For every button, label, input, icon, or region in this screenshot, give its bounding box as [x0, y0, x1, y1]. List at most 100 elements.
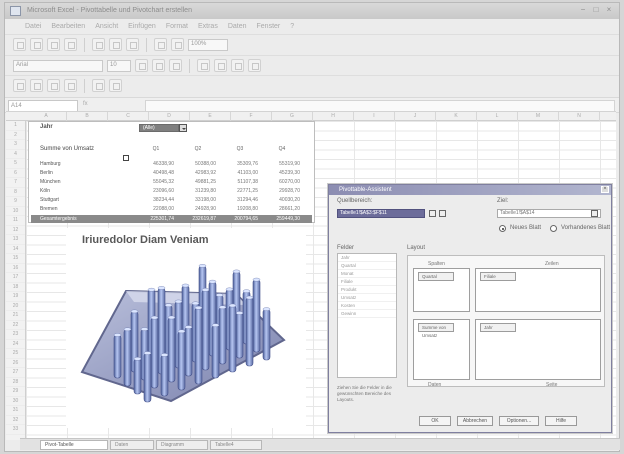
- pivot-cell[interactable]: 22088,00: [140, 206, 174, 212]
- column-header[interactable]: F: [231, 112, 272, 121]
- chart-bar[interactable]: [143, 351, 152, 403]
- menu-view[interactable]: Ansicht: [95, 21, 118, 33]
- field-pill-column[interactable]: Quartal: [418, 272, 454, 281]
- row-header[interactable]: 7: [6, 178, 25, 188]
- sheet-tab[interactable]: Daten: [110, 440, 154, 450]
- field-item[interactable]: Produkt: [338, 286, 396, 294]
- row-header[interactable]: 14: [6, 245, 25, 254]
- copy-icon[interactable]: [109, 38, 122, 51]
- field-item[interactable]: Umsatz: [338, 294, 396, 302]
- column-header[interactable]: K: [436, 112, 477, 121]
- pivot-cell[interactable]: 29928,70: [266, 188, 300, 194]
- save-icon[interactable]: [47, 38, 60, 51]
- target-input[interactable]: Tabelle1!$A$14: [497, 209, 601, 218]
- pivot-cell[interactable]: 50388,00: [182, 161, 216, 167]
- row-header[interactable]: 32: [6, 416, 25, 425]
- row-header[interactable]: 25: [6, 349, 25, 359]
- column-header[interactable]: C: [108, 112, 149, 121]
- pivot-page-field[interactable]: Jahr: [40, 124, 53, 130]
- source-range-input[interactable]: Tabelle1!$A$3:$F$11: [337, 209, 425, 218]
- pivot-cell[interactable]: 31294,46: [224, 197, 258, 203]
- chart-bar[interactable]: [245, 295, 254, 367]
- row-header[interactable]: 30: [6, 397, 25, 406]
- underline-icon[interactable]: [169, 59, 182, 72]
- column-header[interactable]: L: [477, 112, 518, 121]
- row-header[interactable]: 20: [6, 302, 25, 311]
- pivot-cell[interactable]: 46338,90: [140, 161, 174, 167]
- pivot-cell[interactable]: 51107,38: [224, 179, 258, 185]
- pivot-cell[interactable]: 38234,44: [140, 197, 174, 203]
- row-header[interactable]: 28: [6, 378, 25, 387]
- font-select[interactable]: Arial: [13, 59, 103, 72]
- cancel-button[interactable]: Abbrechen: [457, 416, 493, 426]
- row-header[interactable]: 23: [6, 330, 25, 340]
- menu-edit[interactable]: Bearbeiten: [51, 21, 85, 33]
- pivot-total-cell[interactable]: 259449,30: [266, 215, 300, 223]
- row-header[interactable]: 3: [6, 140, 25, 150]
- row-header[interactable]: 12: [6, 226, 25, 235]
- row-header[interactable]: 4: [6, 150, 25, 159]
- chart-bar[interactable]: [201, 288, 210, 371]
- chart-bar[interactable]: [211, 323, 220, 379]
- range-picker-icon[interactable]: [429, 210, 436, 217]
- fields-list[interactable]: Jahr Quartal Monat Filiale Produkt Umsat…: [337, 253, 397, 378]
- row-header[interactable]: 10: [6, 207, 25, 216]
- menu-tools[interactable]: Extras: [198, 21, 218, 33]
- pivot-total-cell[interactable]: 232619,87: [182, 215, 216, 223]
- chart-bar[interactable]: [262, 307, 271, 361]
- row-header[interactable]: 9: [6, 197, 25, 207]
- menu-format[interactable]: Format: [166, 21, 188, 33]
- pivot-chart[interactable]: Iriuredolor Diam Veniam: [66, 228, 306, 428]
- pivot-cell[interactable]: 55319,90: [266, 161, 300, 167]
- row-header[interactable]: 2: [6, 131, 25, 140]
- field-pill-page[interactable]: Jahr: [480, 323, 516, 332]
- show-detail-icon[interactable]: [92, 79, 105, 92]
- column-header[interactable]: M: [518, 112, 559, 121]
- row-header[interactable]: 8: [6, 188, 25, 197]
- chart-plot[interactable]: [66, 252, 306, 428]
- column-header[interactable]: J: [395, 112, 436, 121]
- column-header[interactable]: D: [149, 112, 190, 121]
- menu-help[interactable]: ?: [290, 21, 294, 33]
- pivot-column-header[interactable]: Q3: [223, 146, 257, 152]
- open-icon[interactable]: [30, 38, 43, 51]
- menu-data[interactable]: Daten: [228, 21, 247, 33]
- pivot-total-cell[interactable]: 200794,65: [224, 215, 258, 223]
- row-header[interactable]: 15: [6, 254, 25, 264]
- new-icon[interactable]: [13, 38, 26, 51]
- chart-bar[interactable]: [150, 315, 159, 389]
- align-center-icon[interactable]: [214, 59, 227, 72]
- column-header[interactable]: B: [67, 112, 108, 121]
- pivot-filter-field[interactable]: (Alle): [139, 124, 179, 132]
- chart-bar[interactable]: [194, 305, 203, 385]
- dropdown-arrow-icon[interactable]: [179, 124, 187, 132]
- pivot-table-icon[interactable]: [13, 79, 26, 92]
- column-header[interactable]: G: [272, 112, 313, 121]
- row-header[interactable]: 16: [6, 264, 25, 273]
- existing-sheet-radio[interactable]: [550, 225, 557, 232]
- chart-bar[interactable]: [177, 329, 186, 391]
- column-header[interactable]: H: [313, 112, 354, 121]
- field-settings-icon[interactable]: [64, 79, 77, 92]
- pivot-cell[interactable]: 33198,00: [182, 197, 216, 203]
- column-header[interactable]: A: [26, 112, 67, 121]
- row-header[interactable]: 6: [6, 169, 25, 178]
- range-collapse-icon[interactable]: [439, 210, 446, 217]
- pivot-cell[interactable]: 40498,48: [140, 170, 174, 176]
- pivot-cell[interactable]: 42983,92: [182, 170, 216, 176]
- pivot-row[interactable]: Hamburg 46338,90 50388,00 35309,76 55319…: [40, 160, 310, 169]
- zoom-select[interactable]: 100%: [188, 38, 228, 51]
- minimize-button[interactable]: −: [579, 6, 587, 14]
- field-pill-row[interactable]: Filiale: [480, 272, 516, 281]
- row-header[interactable]: 5: [6, 159, 25, 169]
- chart-bar[interactable]: [252, 277, 261, 353]
- chart-bar[interactable]: [113, 333, 122, 379]
- italic-icon[interactable]: [152, 59, 165, 72]
- chart-bar[interactable]: [235, 311, 244, 359]
- pivot-grand-total-row[interactable]: Gesamtergebnis 225301,74 232619,87 20079…: [31, 215, 312, 223]
- close-icon[interactable]: ×: [601, 186, 609, 193]
- row-header[interactable]: 17: [6, 273, 25, 283]
- sheet-tab[interactable]: Tabelle4: [210, 440, 262, 450]
- pivot-column-header[interactable]: Q4: [265, 146, 299, 152]
- column-header[interactable]: N: [559, 112, 600, 121]
